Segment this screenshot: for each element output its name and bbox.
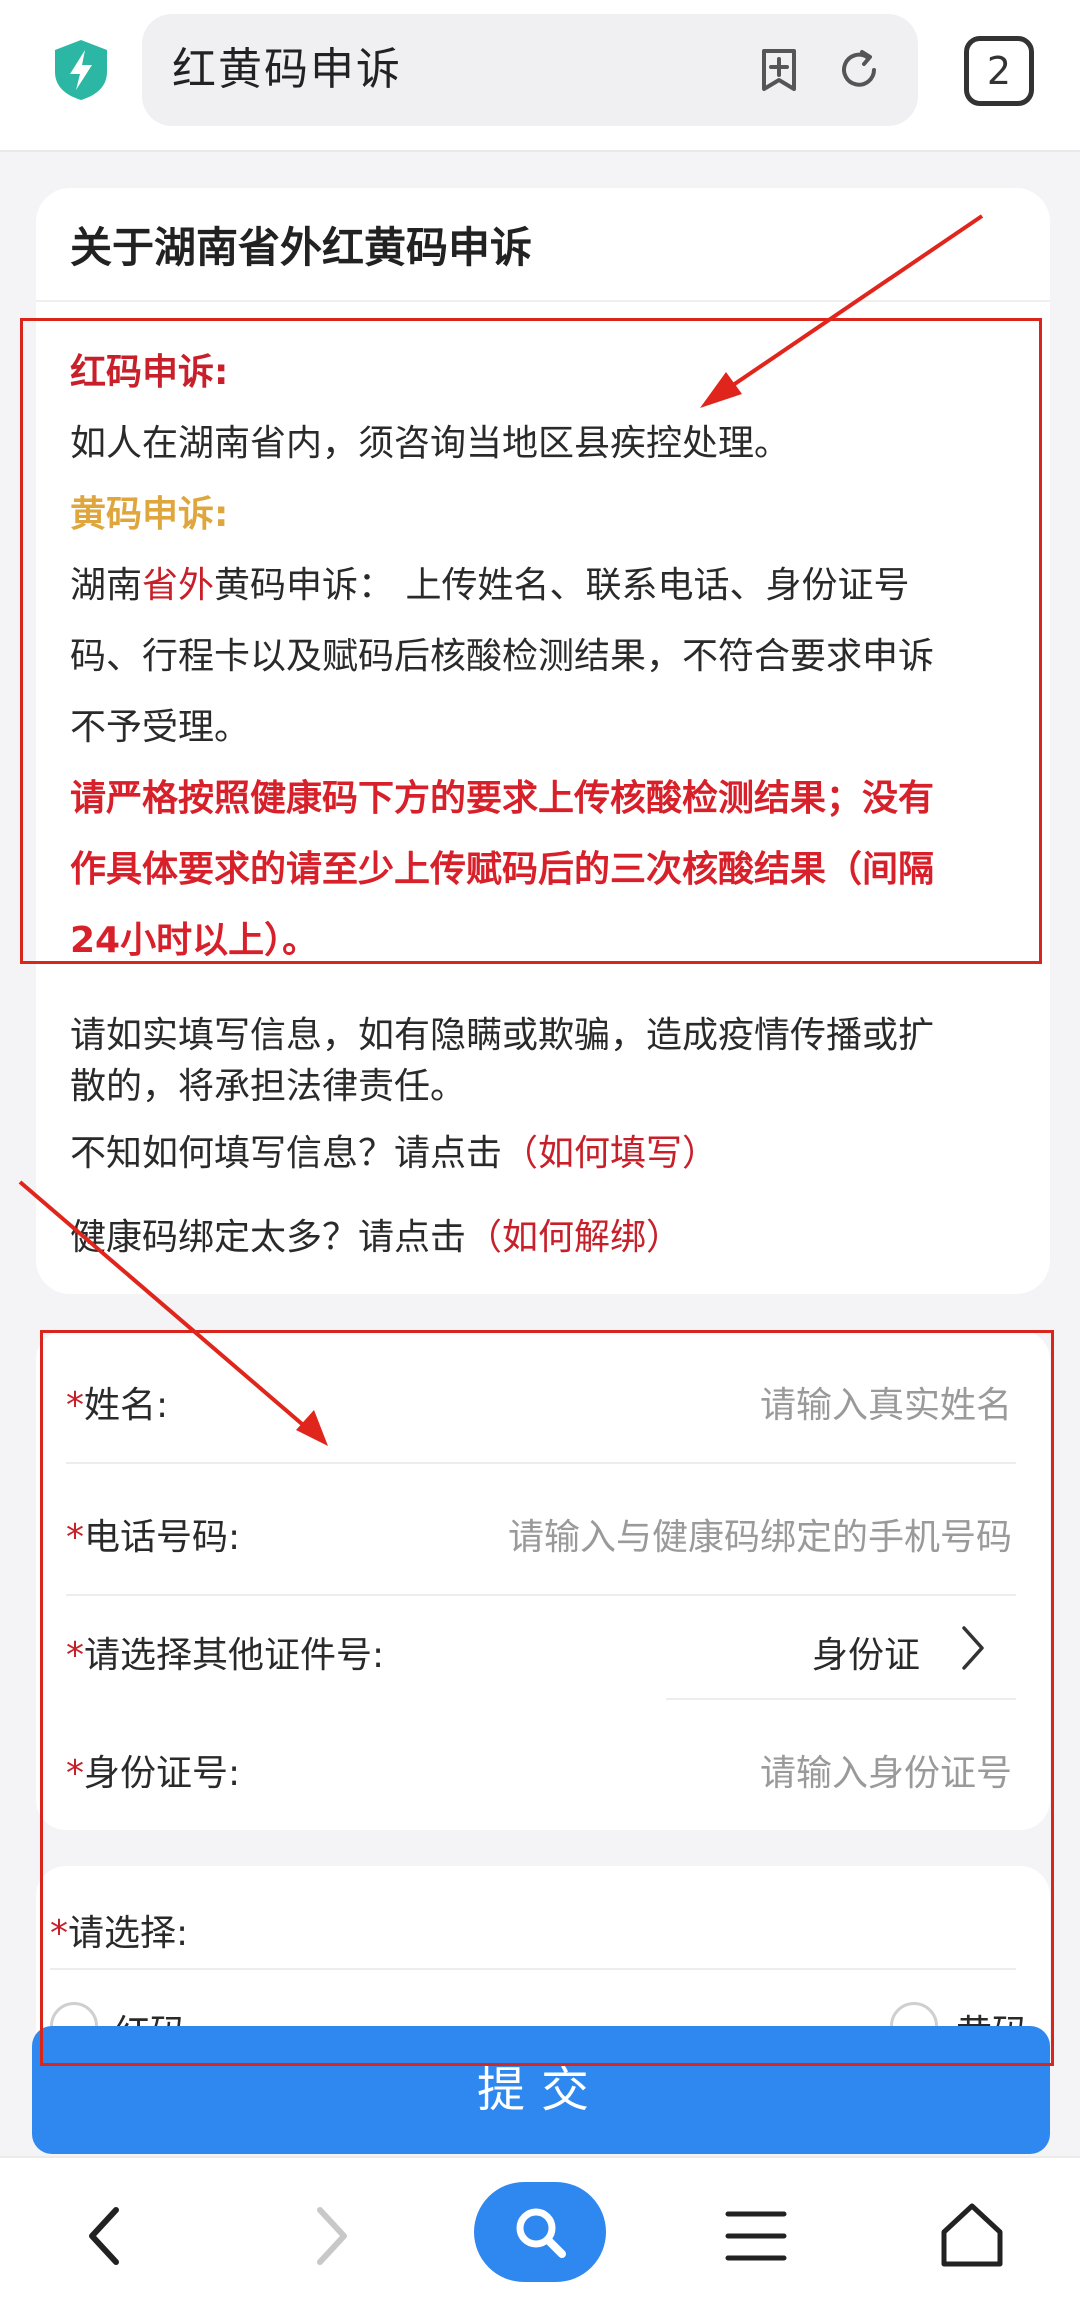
id-type-select[interactable]: 身份证	[812, 1626, 920, 1678]
submit-button[interactable]: 提交	[32, 2026, 1050, 2154]
honesty-line-2: 散的，将承担法律责任。	[70, 1066, 467, 1107]
add-bookmark-icon[interactable]	[756, 47, 802, 93]
divider	[50, 1968, 1016, 1970]
highlight-box	[20, 318, 1042, 964]
home-icon[interactable]	[932, 2196, 1012, 2276]
chevron-right-icon[interactable]	[958, 1624, 988, 1672]
help-fill-row: 不知如何填写信息？请点击（如何填写）	[70, 1133, 719, 1174]
help-unbind-row: 健康码绑定太多？请点击（如何解绑）	[70, 1217, 683, 1258]
name-label: *姓名:	[66, 1385, 169, 1426]
phone-input[interactable]: 请输入与健康码绑定的手机号码	[508, 1508, 1012, 1560]
forward-icon[interactable]	[290, 2196, 370, 2276]
id-number-label: *身份证号:	[66, 1753, 241, 1794]
search-button[interactable]	[474, 2182, 606, 2282]
search-icon[interactable]	[510, 2202, 570, 2262]
phone-label: *电话号码:	[66, 1517, 241, 1558]
divider	[666, 1698, 1016, 1700]
how-to-unbind-link[interactable]: （如何解绑）	[466, 1217, 682, 1258]
address-text[interactable]: 红黄码申诉	[172, 14, 402, 126]
divider	[66, 1594, 1016, 1596]
divider	[66, 1462, 1016, 1464]
name-input[interactable]: 请输入真实姓名	[760, 1376, 1012, 1428]
bottom-nav-bar	[0, 2156, 1080, 2316]
menu-icon[interactable]	[716, 2196, 796, 2276]
refresh-icon[interactable]	[836, 47, 882, 93]
how-to-fill-link[interactable]: （如何填写）	[502, 1133, 718, 1174]
tab-count-button[interactable]: 2	[964, 36, 1034, 106]
browser-top-bar: 红黄码申诉 2	[0, 0, 1080, 152]
shield-bolt-icon[interactable]	[52, 38, 110, 102]
divider	[36, 300, 1050, 302]
address-bar[interactable]: 红黄码申诉	[142, 14, 918, 126]
page-title: 关于湖南省外红黄码申诉	[70, 223, 533, 272]
select-label: *请选择:	[50, 1913, 189, 1954]
id-number-input[interactable]: 请输入身份证号	[760, 1744, 1012, 1796]
back-icon[interactable]	[66, 2196, 146, 2276]
id-type-label: *请选择其他证件号:	[66, 1635, 385, 1676]
honesty-line-1: 请如实填写信息，如有隐瞒或欺骗，造成疫情传播或扩	[70, 1015, 935, 1056]
